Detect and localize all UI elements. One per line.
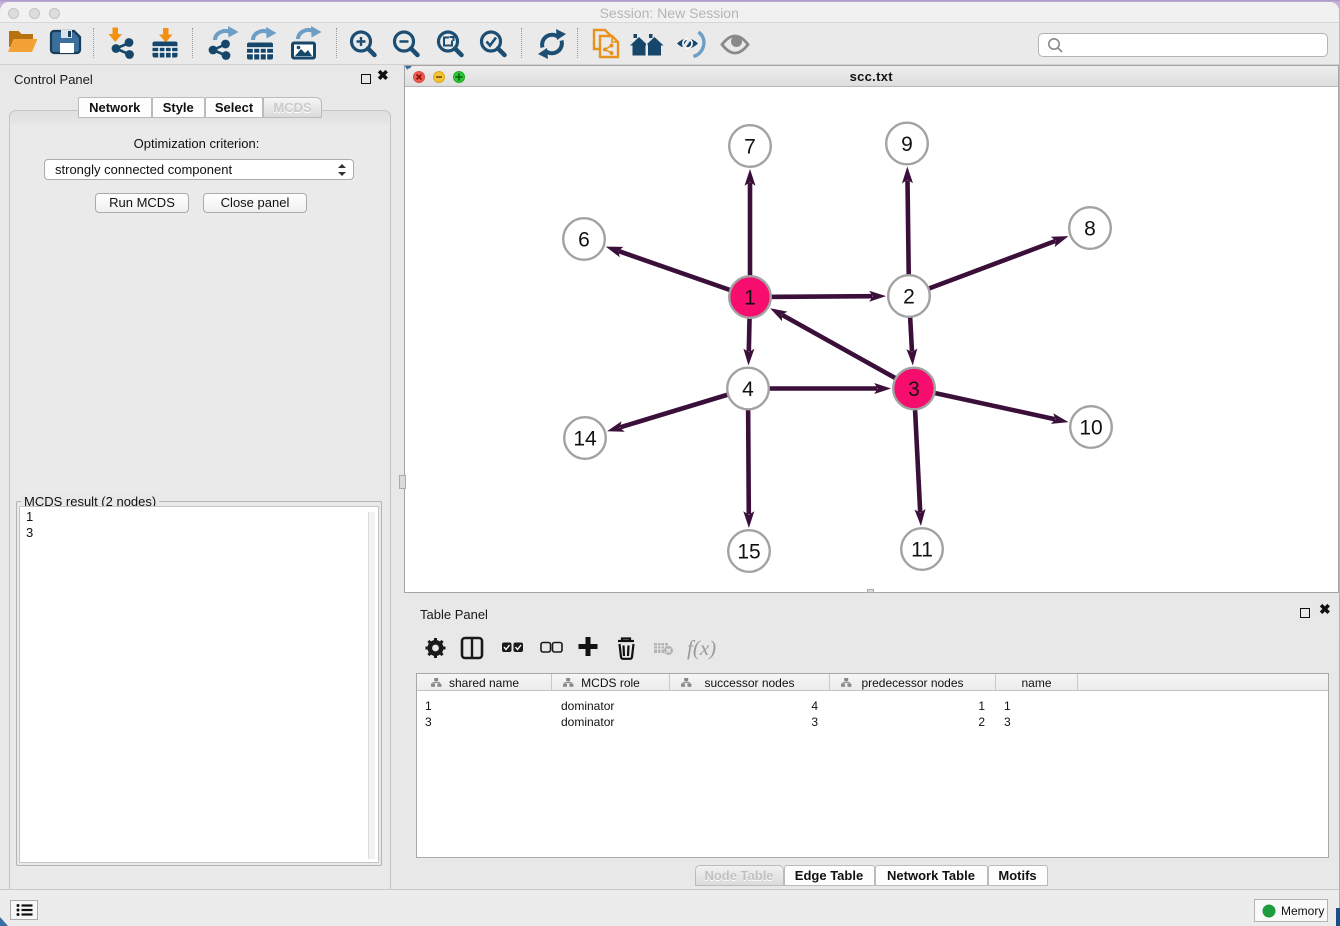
svg-text:15: 15 (737, 541, 760, 564)
svg-text:4: 4 (742, 378, 754, 401)
svg-text:6: 6 (578, 229, 590, 252)
svg-text:f(x): f(x) (687, 636, 716, 660)
svg-text:8: 8 (1084, 218, 1096, 241)
svg-text:14: 14 (573, 428, 597, 451)
svg-text:10: 10 (1079, 417, 1102, 440)
svg-text:11: 11 (911, 539, 933, 562)
svg-text:7: 7 (744, 136, 756, 159)
svg-text:2: 2 (903, 286, 915, 309)
svg-text:9: 9 (901, 133, 913, 156)
svg-text:3: 3 (908, 378, 920, 401)
svg-text:1: 1 (744, 287, 756, 310)
